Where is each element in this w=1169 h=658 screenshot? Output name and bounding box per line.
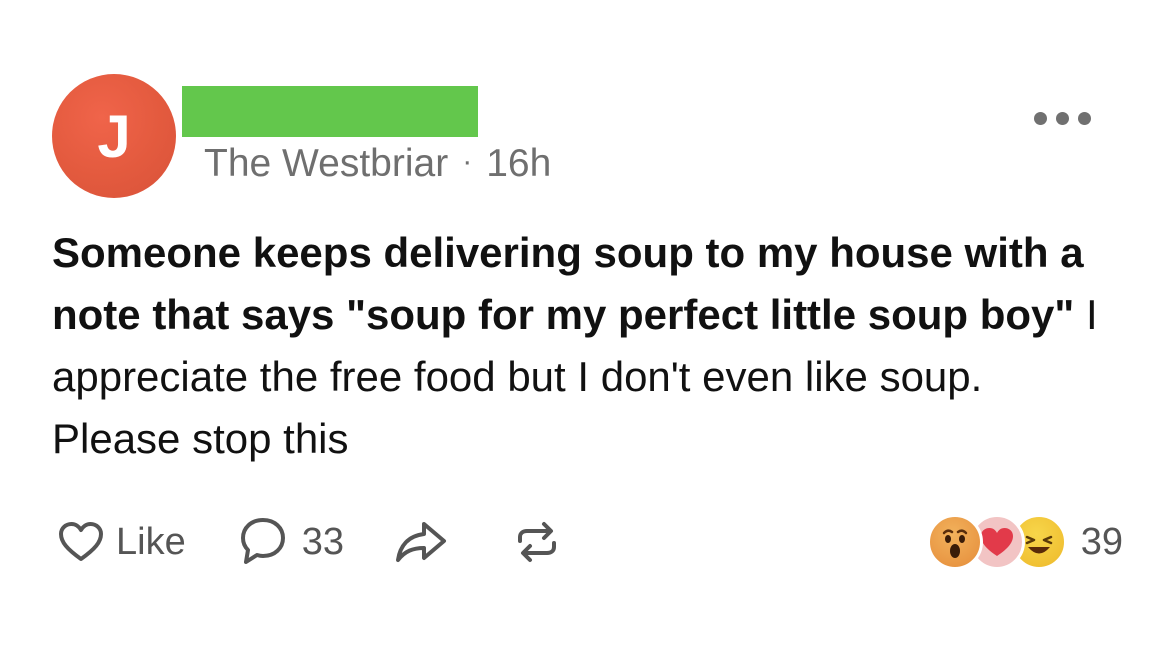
wow-face-icon (926, 514, 983, 570)
post-text-bold: Someone keeps delivering soup to my hous… (52, 229, 1084, 338)
post-meta: The Westbriar · 16h (204, 142, 551, 186)
speech-bubble-icon (240, 518, 285, 564)
post-time: 16h (486, 142, 552, 185)
redacted-author-name (182, 86, 478, 137)
repost-button[interactable] (514, 519, 560, 565)
share-arrow-icon (396, 522, 446, 562)
more-dot (1078, 112, 1091, 125)
meta-separator: · (462, 145, 473, 178)
more-options-icon[interactable] (1034, 112, 1091, 125)
repost-icon (518, 522, 556, 562)
comment-button[interactable]: 33 (238, 516, 344, 568)
reactions-summary[interactable]: 39 (926, 512, 1123, 572)
comment-count: 33 (301, 520, 344, 563)
group-name[interactable]: The Westbriar (204, 142, 448, 186)
reaction-count: 39 (1080, 520, 1123, 563)
like-label: Like (116, 520, 186, 563)
action-bar: Like 33 (58, 512, 560, 572)
more-dot (1034, 112, 1047, 125)
avatar-initial: J (97, 102, 131, 170)
more-dot (1056, 112, 1069, 125)
avatar[interactable]: J (52, 74, 176, 198)
share-button[interactable] (394, 519, 448, 565)
like-button[interactable]: Like (58, 521, 186, 564)
heart-outline-icon (59, 522, 103, 561)
reaction-icons (926, 514, 1067, 570)
post-text: Someone keeps delivering soup to my hous… (52, 222, 1112, 470)
